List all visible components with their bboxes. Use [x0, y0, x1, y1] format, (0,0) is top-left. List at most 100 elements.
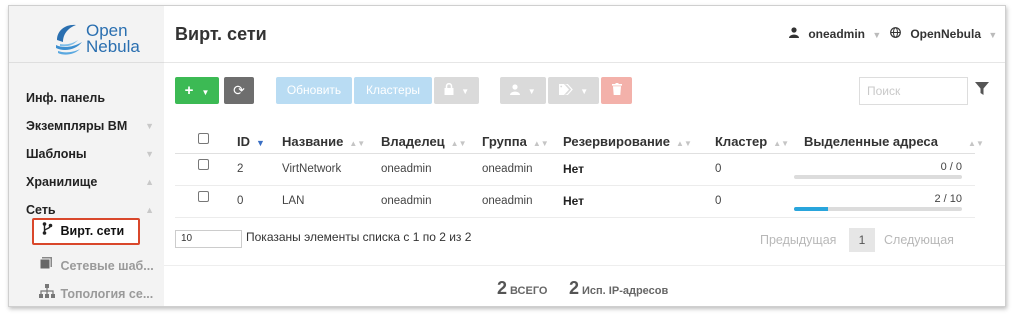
change-owner-button[interactable]: ▼ — [500, 77, 546, 104]
caret-down-icon: ▼ — [201, 88, 210, 97]
table-row[interactable]: 0 LAN oneadmin oneadmin Нет 0 2 / 10 — [175, 186, 975, 218]
opennebula-logo-icon — [56, 24, 82, 55]
cell-reservation: Нет — [563, 162, 585, 176]
create-button[interactable]: + ▼ — [175, 77, 219, 104]
cell-cluster: 0 — [715, 195, 722, 207]
logo-text: Open Nebula — [86, 22, 140, 56]
logo-line-2: Nebula — [86, 37, 140, 56]
caret-down-icon: ▼ — [580, 87, 589, 96]
used-ips-label: Исп. IP-адресов — [582, 285, 669, 297]
total-stat: 2 ВСЕГО — [497, 278, 547, 299]
filter-icon[interactable] — [975, 81, 989, 97]
chevron-up-icon: ▲ — [145, 177, 154, 187]
main-panel: Вирт. сети oneadmin ▼ OpenNebula ▼ + ▼ ⟳… — [164, 6, 1005, 306]
cell-id: 2 — [237, 163, 244, 175]
sidebar-subitem-network-topology[interactable]: Топология се... — [9, 280, 164, 306]
logo[interactable]: Open Nebula — [54, 20, 144, 60]
cell-owner: oneadmin — [381, 195, 432, 207]
user-icon — [789, 27, 802, 41]
sidebar-item-label: Экземпляры ВМ — [26, 119, 128, 133]
app-window: Open Nebula Инф. панель Экземпляры ВМ ▼ … — [8, 5, 1006, 307]
search-input[interactable]: Поиск — [859, 77, 968, 105]
column-header-cluster[interactable]: Кластер ▲▼ — [715, 134, 789, 149]
sidebar: Open Nebula Инф. панель Экземпляры ВМ ▼ … — [9, 6, 164, 306]
column-header-reservation[interactable]: Резервирование ▲▼ — [563, 134, 692, 149]
column-header-leases[interactable]: Выделенные адреса ▲▼ — [804, 134, 984, 149]
sort-icon: ▲▼ — [450, 139, 467, 148]
caret-down-icon: ▼ — [527, 87, 536, 96]
cell-usage: 2 / 10 — [934, 193, 962, 205]
cell-name: LAN — [282, 195, 305, 207]
sidebar-item-storage[interactable]: Хранилище ▲ — [9, 168, 164, 196]
row-checkbox[interactable] — [198, 184, 209, 214]
refresh-icon: ⟳ — [233, 82, 245, 98]
cell-group: oneadmin — [482, 163, 533, 175]
sidebar-subitem-label: Вирт. сети — [60, 224, 125, 238]
sort-icon: ▲▼ — [349, 139, 366, 148]
sidebar-subitem-virtual-networks[interactable]: Вирт. сети — [32, 218, 140, 245]
table-row[interactable]: 2 VirtNetwork oneadmin oneadmin Нет 0 0 … — [175, 154, 975, 186]
total-count: 2 — [497, 278, 508, 298]
used-ips-stat: 2 Исп. IP-адресов — [569, 278, 668, 299]
sidebar-divider — [9, 62, 164, 63]
column-header-group[interactable]: Группа ▲▼ — [482, 134, 549, 149]
caret-down-icon: ▼ — [872, 30, 882, 40]
next-page-link[interactable]: Следующая — [884, 233, 954, 247]
sort-icon: ▲▼ — [968, 139, 984, 148]
caret-down-icon: ▼ — [988, 30, 998, 40]
sort-icon: ▲▼ — [676, 139, 692, 148]
lock-button[interactable]: ▼ — [434, 77, 479, 104]
sidebar-item-label: Сеть — [26, 203, 56, 217]
column-header-owner[interactable]: Владелец ▲▼ — [381, 134, 467, 149]
usage-bar-fill — [794, 207, 828, 211]
used-ips-count: 2 — [569, 278, 580, 298]
sidebar-item-label: Хранилище — [26, 175, 98, 189]
lock-icon — [444, 82, 457, 97]
listing-info: Показаны элементы списка с 1 по 2 из 2 — [246, 230, 472, 244]
sidebar-subitem-network-templates[interactable]: Сетевые шаб... — [9, 252, 164, 280]
delete-button[interactable] — [601, 77, 632, 104]
cell-reservation: Нет — [563, 194, 585, 208]
clusters-button[interactable]: Кластеры — [354, 77, 432, 104]
refresh-button[interactable]: ⟳ — [224, 77, 254, 104]
cell-id: 0 — [237, 195, 244, 207]
plus-icon: + — [184, 82, 194, 99]
stack-icon — [39, 252, 57, 280]
cell-owner: oneadmin — [381, 163, 432, 175]
page-size-select[interactable]: 10 — [175, 230, 242, 248]
usage-bar — [794, 207, 962, 211]
update-button[interactable]: Обновить — [276, 77, 352, 104]
usage-bar — [794, 175, 962, 179]
user-icon — [510, 83, 523, 97]
footer-divider — [164, 265, 1005, 266]
sort-icon: ▲▼ — [773, 139, 790, 148]
cell-usage: 0 / 0 — [940, 161, 962, 173]
select-all-checkbox[interactable] — [198, 132, 209, 147]
chevron-down-icon: ▼ — [145, 149, 154, 159]
tags-icon — [558, 83, 576, 97]
sort-icon: ▲▼ — [532, 139, 549, 148]
total-label: ВСЕГО — [510, 285, 548, 297]
branch-icon — [42, 222, 56, 238]
previous-page-link[interactable]: Предыдущая — [760, 233, 836, 247]
sort-desc-icon: ▼ — [256, 138, 265, 148]
user-menu[interactable]: oneadmin ▼ — [789, 27, 881, 41]
sidebar-subitem-label: Топология се... — [60, 287, 154, 301]
sidebar-item-templates[interactable]: Шаблоны ▼ — [9, 140, 164, 168]
sidebar-nav: Инф. панель Экземпляры ВМ ▼ Шаблоны ▼ Хр… — [9, 84, 164, 306]
column-header-name[interactable]: Название ▲▼ — [282, 134, 365, 149]
page-title: Вирт. сети — [175, 24, 267, 44]
sitemap-icon — [39, 280, 57, 306]
sidebar-item-vms[interactable]: Экземпляры ВМ ▼ — [9, 112, 164, 140]
sidebar-item-label: Инф. панель — [26, 91, 106, 105]
zone-menu[interactable]: OpenNebula ▼ — [890, 27, 997, 41]
zone-name: OpenNebula — [910, 27, 982, 41]
cell-group: oneadmin — [482, 195, 533, 207]
column-header-id[interactable]: ID ▼ — [237, 134, 265, 149]
labels-button[interactable]: ▼ — [548, 77, 599, 104]
row-checkbox[interactable] — [198, 152, 209, 182]
current-page-button[interactable]: 1 — [849, 228, 875, 252]
sidebar-item-label: Шаблоны — [26, 147, 87, 161]
sidebar-item-dashboard[interactable]: Инф. панель — [9, 84, 164, 112]
trash-icon — [611, 83, 622, 97]
